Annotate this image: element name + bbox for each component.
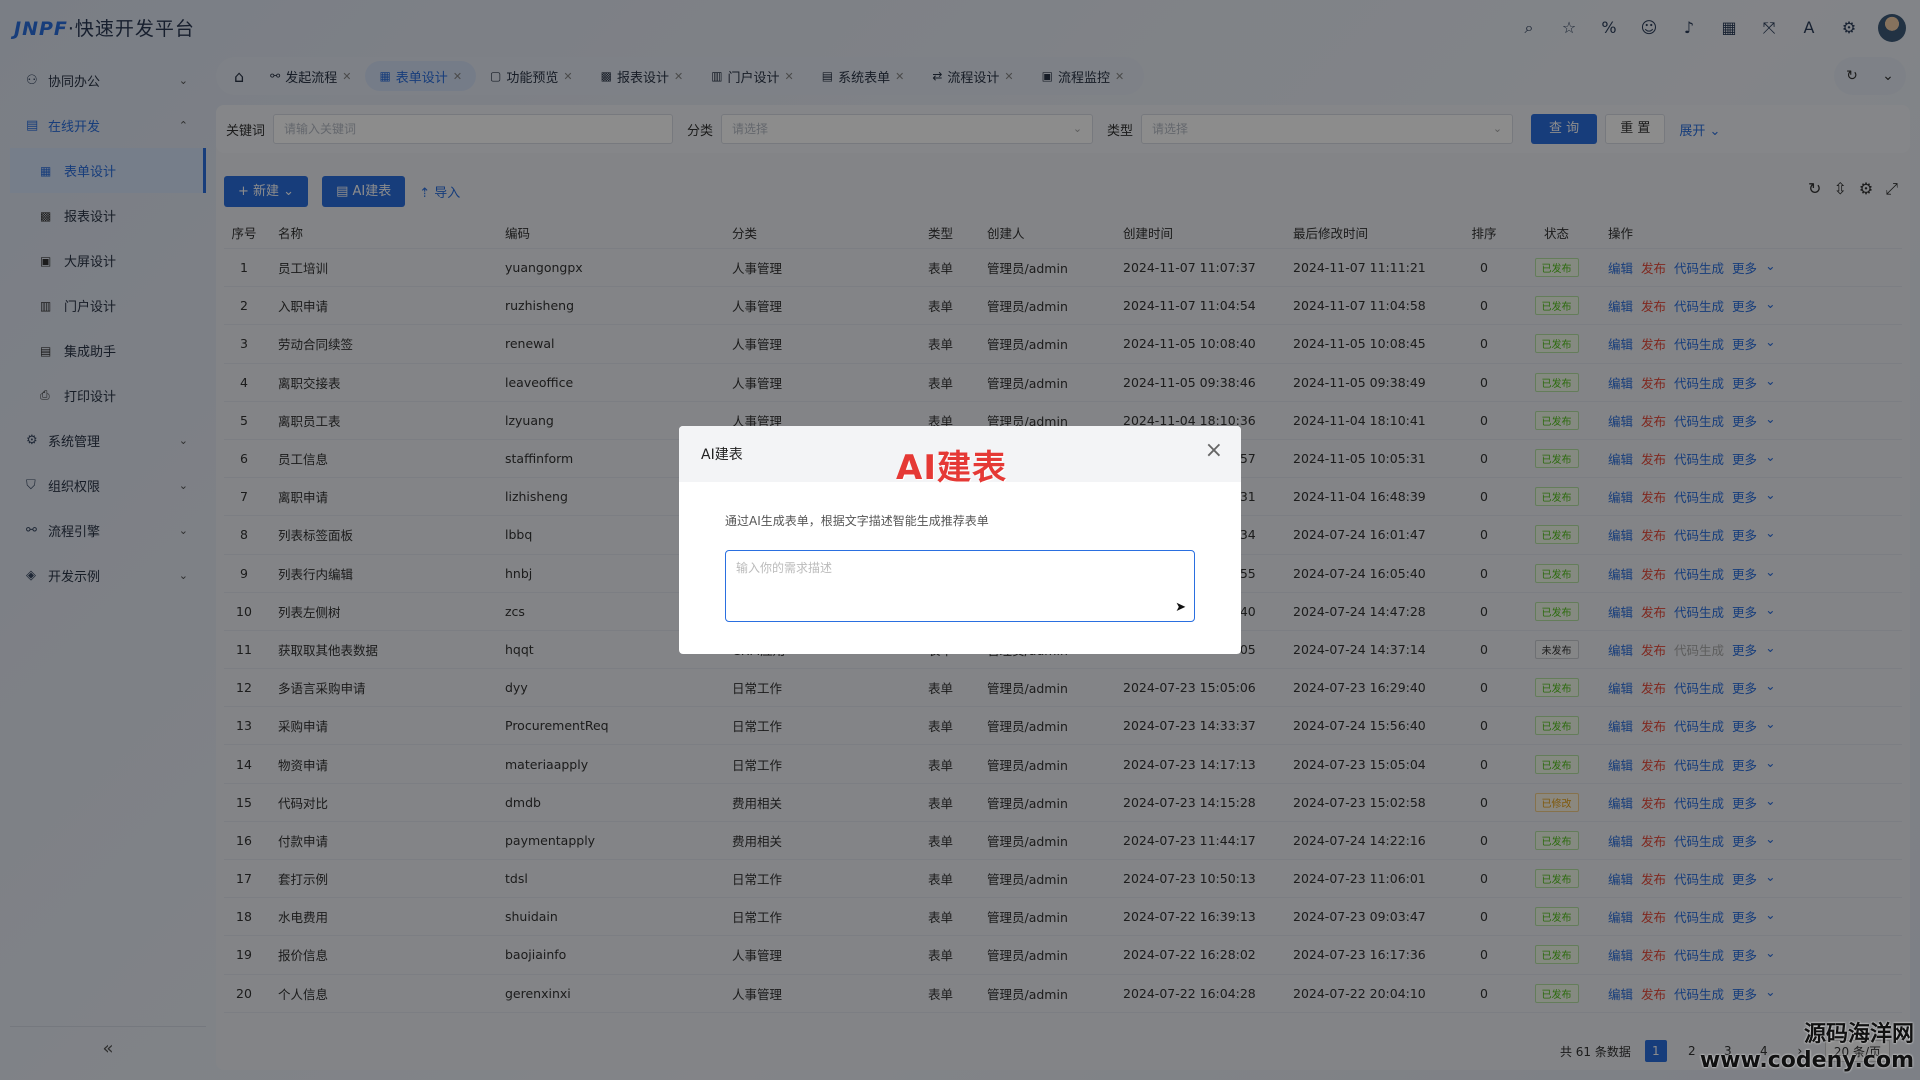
- close-icon[interactable]: ×: [1205, 440, 1223, 462]
- watermark-line2: www.codeny.com: [1699, 1048, 1914, 1073]
- dialog-description: 通过AI生成表单，根据文字描述智能生成推荐表单: [725, 514, 989, 528]
- annotation-label: AI建表: [896, 448, 1007, 488]
- dialog-title: AI建表: [701, 447, 743, 463]
- watermark-line1: 源码海洋网: [1803, 1022, 1914, 1047]
- send-icon[interactable]: ➤: [1175, 600, 1186, 615]
- watermark: 源码海洋网 www.codeny.com: [1700, 1022, 1914, 1074]
- requirement-placeholder: 输入你的需求描述: [736, 561, 833, 575]
- requirement-input[interactable]: 输入你的需求描述 ➤: [725, 550, 1195, 622]
